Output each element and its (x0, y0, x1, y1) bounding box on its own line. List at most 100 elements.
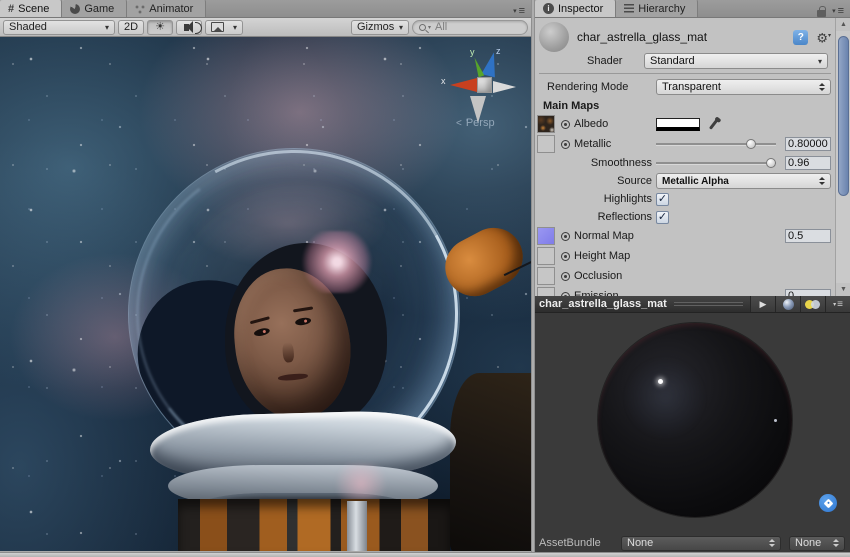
scene-panel-menu-icon[interactable]: ▾ ≡ (507, 5, 531, 17)
unity-editor-window: # Scene Game Animator ▾ ≡ Shaded ▾ 2D (0, 0, 850, 557)
tab-inspector-label: Inspector (558, 3, 603, 15)
scroll-up-arrow[interactable]: ▲ (836, 18, 850, 31)
highlights-checkbox[interactable]: ✓ (656, 193, 669, 206)
axis-y-label: y (470, 47, 475, 57)
suit-shoulder (450, 373, 531, 551)
asset-labels-button[interactable] (819, 494, 837, 512)
source-dropdown[interactable]: Metallic Alpha (656, 173, 831, 189)
smoothness-label: Smoothness (591, 157, 652, 169)
assetbundle-row: AssetBundle None None (535, 534, 850, 552)
scroll-down-arrow[interactable]: ▼ (836, 283, 850, 296)
tab-scene[interactable]: # Scene (0, 0, 62, 17)
eyedropper-icon[interactable] (709, 119, 718, 130)
texture-picker-icon[interactable] (561, 120, 570, 129)
assetbundle-dropdown[interactable]: None (621, 536, 781, 551)
preview-play-button[interactable]: ▶ (750, 296, 775, 312)
albedo-color-swatch[interactable] (656, 118, 700, 131)
material-header: char_astrella_glass_mat ? ⚙▾ Shader Stan… (535, 18, 835, 74)
preview-header[interactable]: char_astrella_glass_mat ▶ ▾≡ (535, 296, 850, 313)
slider-knob[interactable] (746, 139, 756, 149)
chevron-down-icon: ▾ (229, 23, 237, 32)
assetbundle-label: AssetBundle (539, 537, 617, 549)
row-metallic: Metallic 0.80000 (535, 134, 835, 154)
shading-mode-dropdown[interactable]: Shaded ▾ (3, 20, 115, 35)
axis-x-label: x (441, 76, 446, 86)
metallic-texture-thumbnail[interactable] (537, 135, 555, 153)
slider-knob[interactable] (766, 158, 776, 168)
inspector-panel-menu[interactable]: ▾ ≡ (811, 5, 850, 17)
inspector-scrollbar[interactable]: ▲ ▼ (835, 18, 850, 296)
row-occlusion: Occlusion (535, 266, 835, 286)
sphere-reflection (626, 359, 704, 437)
game-icon (70, 4, 80, 14)
height-map-thumbnail[interactable] (537, 247, 555, 265)
persp-label: Persp (466, 117, 495, 129)
help-icon[interactable]: ? (793, 30, 808, 45)
highlights-label: Highlights (604, 193, 652, 205)
scene-search-input[interactable]: ▾ All (412, 20, 528, 35)
tag-icon (823, 498, 833, 508)
scene-tabbar: # Scene Game Animator ▾ ≡ (0, 0, 531, 18)
updown-arrows-icon (815, 83, 825, 91)
texture-picker-icon[interactable] (561, 272, 570, 281)
scene-effects-dropdown[interactable]: ▾ (205, 20, 243, 35)
perspective-toggle[interactable]: < Persp (456, 117, 495, 129)
sphere-icon (783, 299, 794, 310)
row-rendering-mode: Rendering Mode Transparent (535, 78, 835, 96)
preview-viewport[interactable] (535, 313, 850, 534)
row-height-map: Height Map (535, 246, 835, 266)
tab-hierarchy[interactable]: Hierarchy (616, 0, 698, 17)
pink-nebula-reflection (301, 231, 373, 293)
normal-map-thumbnail[interactable] (537, 227, 555, 245)
metallic-value-field[interactable]: 0.80000 (785, 137, 831, 151)
scene-audio-toggle[interactable] (176, 20, 202, 35)
drag-handle[interactable] (674, 302, 743, 307)
inspector-panel: i Inspector Hierarchy ▾ ≡ char_astrella_… (535, 0, 850, 552)
scene-lighting-toggle[interactable]: ☀ (147, 20, 173, 35)
occlusion-thumbnail[interactable] (537, 267, 555, 285)
lock-icon[interactable] (817, 10, 826, 17)
gear-icon[interactable]: ⚙▾ (816, 30, 831, 44)
updown-arrows-icon (829, 539, 839, 547)
scrollbar-thumb[interactable] (838, 36, 849, 196)
normal-map-value-field[interactable]: 0.5 (785, 229, 831, 243)
reflections-checkbox[interactable]: ✓ (656, 211, 669, 224)
speaker-icon (184, 24, 189, 31)
space-suit-torso (178, 499, 450, 551)
animator-icon (135, 4, 145, 14)
chevron-down-icon: ▾ (101, 23, 109, 32)
albedo-texture-thumbnail[interactable] (537, 115, 555, 133)
image-icon (211, 22, 224, 32)
smoothness-value-field[interactable]: 0.96 (785, 156, 831, 170)
tab-scene-label: Scene (18, 3, 49, 15)
chevron-down-icon: ▾ (814, 57, 822, 66)
normal-map-label: Normal Map (574, 230, 634, 242)
texture-picker-icon[interactable] (561, 252, 570, 261)
lighting-icon (805, 299, 821, 310)
height-map-label: Height Map (574, 250, 630, 262)
updown-arrows-icon (815, 177, 825, 185)
preview-lighting-button[interactable] (800, 296, 825, 312)
material-sphere-icon (539, 22, 569, 52)
search-placeholder: All (433, 21, 447, 33)
gizmos-dropdown[interactable]: Gizmos ▾ (351, 20, 409, 35)
2d-toggle-button[interactable]: 2D (118, 20, 144, 35)
scene-grid-icon: # (8, 3, 14, 15)
metallic-slider[interactable] (656, 137, 776, 151)
rendering-mode-dropdown[interactable]: Transparent (656, 79, 831, 95)
gizmo-center-cube[interactable] (477, 77, 492, 93)
axis-east-cone[interactable] (493, 81, 516, 93)
shader-dropdown[interactable]: Standard ▾ (644, 53, 828, 69)
texture-picker-icon[interactable] (561, 140, 570, 149)
scene-viewport[interactable]: x y z < Persp (0, 37, 531, 551)
smoothness-slider[interactable] (656, 156, 776, 170)
assetbundle-variant-dropdown[interactable]: None (789, 536, 845, 551)
tab-inspector[interactable]: i Inspector (535, 0, 616, 17)
preview-menu-icon[interactable]: ▾≡ (825, 296, 850, 312)
tab-game[interactable]: Game (62, 0, 127, 17)
preview-shape-button[interactable] (775, 296, 800, 312)
tab-animator[interactable]: Animator (127, 0, 206, 17)
axis-z-label: z (496, 46, 501, 56)
texture-picker-icon[interactable] (561, 232, 570, 241)
axis-x-cone[interactable] (450, 78, 477, 92)
